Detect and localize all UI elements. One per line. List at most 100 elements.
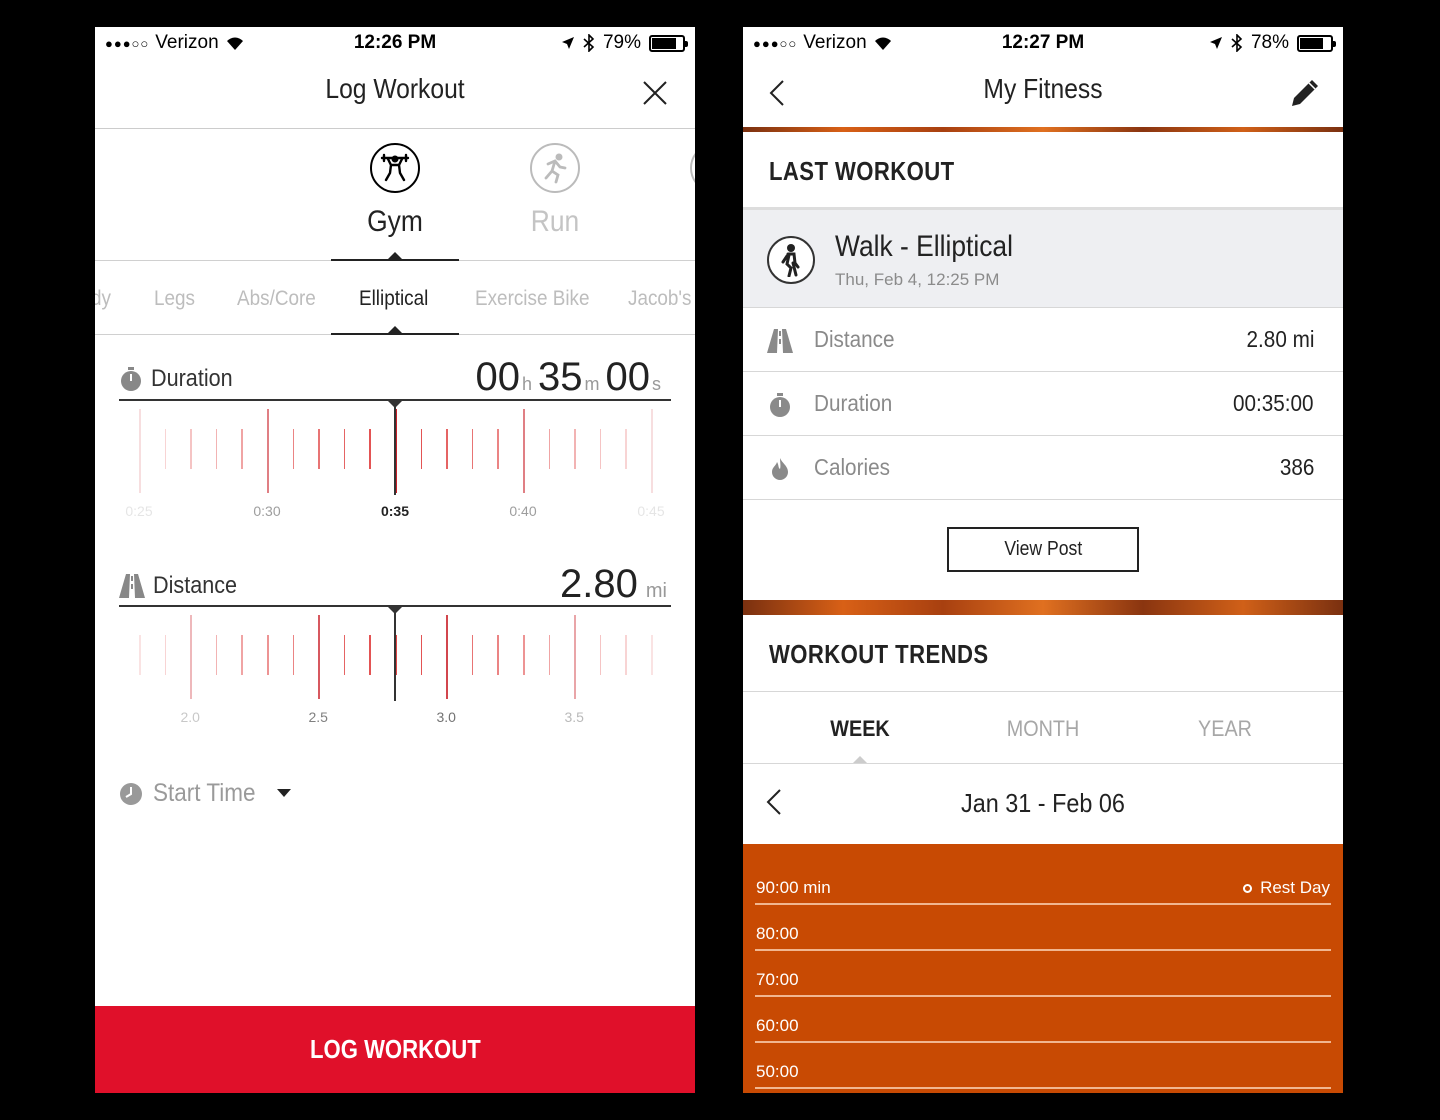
gridline	[755, 1041, 1331, 1043]
gridline-label: 50:00	[756, 1062, 799, 1081]
ruler-tick-label: 3.0	[436, 709, 456, 725]
ruler-tick	[369, 635, 371, 675]
edit-button[interactable]	[1285, 73, 1325, 113]
stat-value: 00:35:00	[1233, 390, 1314, 416]
ruler-tick-label: 0:30	[253, 503, 281, 519]
page-title: Log Workout	[325, 73, 465, 104]
subtype-item[interactable]: dy	[95, 287, 111, 311]
ruler-major-tick	[651, 409, 653, 493]
ruler-tick	[369, 429, 371, 469]
workout-trends-header: WORKOUT TRENDS	[743, 615, 1343, 692]
status-right: 78%	[1209, 32, 1336, 54]
nav-bar: My Fitness	[743, 59, 1343, 129]
trends-chart: 90:00 min Rest Day 80:00 70:00 60:00 50:…	[743, 844, 1343, 1093]
view-post-label: View Post	[1004, 538, 1082, 560]
ruler-tick-label: 0:35	[380, 503, 410, 519]
ruler-tick	[190, 429, 192, 469]
ruler-tick	[343, 429, 346, 469]
bluetooth-icon	[583, 34, 595, 52]
stat-label: Duration	[814, 390, 893, 416]
close-icon	[643, 81, 667, 105]
ruler-tick	[497, 635, 499, 675]
ruler-tick	[548, 635, 551, 675]
type-walk[interactable]: W	[651, 143, 695, 239]
type-run[interactable]: Run	[491, 143, 619, 239]
ruler-tick	[420, 635, 423, 675]
ruler-major-tick	[446, 615, 449, 699]
ruler-tick	[497, 429, 499, 469]
gridline	[755, 1087, 1331, 1089]
type-label: Run	[530, 205, 580, 238]
page-title: My Fitness	[983, 73, 1103, 104]
section-title: WORKOUT TRENDS	[769, 639, 989, 669]
battery-icon	[1297, 34, 1336, 52]
ruler-tick-label: 0:40	[509, 503, 537, 519]
subtype-item[interactable]: Abs/Core	[237, 287, 316, 311]
distance-unit: mi	[645, 580, 667, 602]
gridline-label: 70:00	[756, 970, 799, 989]
stat-row-duration: Duration 00:35:00	[743, 372, 1343, 436]
distance-label-text: Distance	[153, 572, 238, 599]
battery-icon	[649, 34, 688, 52]
ruler-tick	[446, 429, 448, 469]
duration-label: Duration	[119, 365, 242, 393]
ruler-tick	[139, 635, 141, 675]
type-label: W	[659, 205, 695, 239]
duration-minutes: 35	[538, 355, 583, 399]
view-post-button[interactable]: View Post	[947, 527, 1139, 572]
ruler-tick	[343, 635, 346, 675]
ruler-major-tick	[523, 409, 525, 493]
clock-icon	[120, 782, 142, 805]
distance-label: Distance	[119, 572, 246, 600]
workout-type-selector: Gym Run W	[95, 129, 695, 261]
caret-down-icon	[276, 789, 291, 797]
last-workout-item[interactable]: Walk - Elliptical Thu, Feb 4, 12:25 PM	[743, 210, 1343, 308]
battery-percent: 79%	[602, 32, 641, 53]
bluetooth-icon	[1231, 34, 1243, 52]
ruler-tick	[241, 635, 243, 675]
gridline-label: 60:00	[756, 1016, 799, 1035]
start-time-label: Start Time	[153, 779, 256, 807]
ruler-tick	[215, 635, 218, 675]
tab-month[interactable]: MONTH	[962, 716, 1124, 742]
subtype-item[interactable]: Jacob's	[628, 287, 691, 311]
location-icon	[561, 37, 574, 49]
walking-icon	[690, 143, 695, 193]
distance-ruler[interactable]: 2.0 2.5 3.0 3.5	[119, 605, 671, 735]
ruler-major-tick	[139, 409, 141, 493]
stat-value: 386	[1279, 454, 1314, 480]
log-workout-button[interactable]: LOG WORKOUT	[95, 1006, 695, 1093]
ruler-tick	[292, 429, 295, 469]
ruler-major-tick	[318, 615, 321, 699]
minutes-unit: m	[584, 374, 600, 394]
needle-cap-icon	[386, 399, 404, 408]
duration-value: 00 h 35 m 00 s	[475, 355, 661, 400]
last-workout-header: LAST WORKOUT	[743, 132, 1343, 210]
tab-week[interactable]: WEEK	[779, 716, 941, 742]
stat-value: 2.80 mi	[1246, 326, 1314, 352]
subtype-item[interactable]: Legs	[154, 287, 195, 311]
status-bar: ●●●○○ Verizon 12:26 PM 79%	[95, 27, 695, 59]
ruler-tick	[471, 429, 474, 469]
my-fitness-screen: ●●●○○ Verizon 12:27 PM 78% My Fitness LA…	[743, 27, 1343, 1093]
type-gym[interactable]: Gym	[331, 143, 459, 239]
status-bar: ●●●○○ Verizon 12:27 PM 78%	[743, 27, 1343, 59]
rest-day-legend: Rest Day	[1243, 878, 1330, 898]
ruler-needle	[394, 399, 396, 495]
ruler-tick	[292, 635, 295, 675]
close-button[interactable]	[635, 73, 675, 113]
subtype-item[interactable]: Exercise Bike	[475, 287, 589, 311]
road-icon	[767, 328, 793, 354]
status-right: 79%	[561, 32, 688, 54]
walking-icon	[767, 236, 815, 284]
duration-ruler[interactable]: 0:25 0:30 0:35 0:40 0:45	[119, 399, 671, 529]
flame-icon	[767, 456, 793, 482]
ruler-tick	[523, 635, 525, 675]
start-time-dropdown[interactable]: Start Time	[119, 779, 291, 808]
ruler-major-tick	[574, 615, 577, 699]
tab-year[interactable]: YEAR	[1144, 716, 1306, 742]
stat-label: Calories	[814, 454, 890, 480]
ruler-tick	[267, 635, 269, 675]
caret-up-icon	[387, 252, 403, 260]
subtype-elliptical[interactable]: Elliptical	[359, 287, 428, 311]
